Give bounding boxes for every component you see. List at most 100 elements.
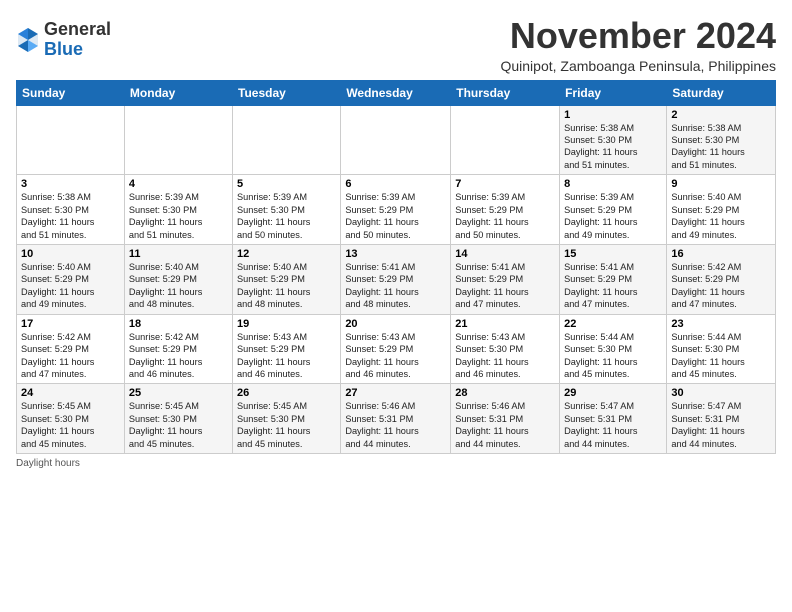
calendar-cell: 17Sunrise: 5:42 AM Sunset: 5:29 PM Dayli…	[17, 314, 125, 384]
calendar-cell: 8Sunrise: 5:39 AM Sunset: 5:29 PM Daylig…	[560, 175, 667, 245]
day-number: 1	[564, 109, 662, 121]
calendar-cell: 19Sunrise: 5:43 AM Sunset: 5:29 PM Dayli…	[233, 314, 341, 384]
col-header-saturday: Saturday	[667, 80, 776, 105]
day-info: Sunrise: 5:45 AM Sunset: 5:30 PM Dayligh…	[237, 400, 336, 450]
day-number: 15	[564, 248, 662, 260]
calendar-cell: 3Sunrise: 5:38 AM Sunset: 5:30 PM Daylig…	[17, 175, 125, 245]
day-info: Sunrise: 5:46 AM Sunset: 5:31 PM Dayligh…	[455, 400, 555, 450]
day-info: Sunrise: 5:41 AM Sunset: 5:29 PM Dayligh…	[455, 261, 555, 311]
calendar-cell: 18Sunrise: 5:42 AM Sunset: 5:29 PM Dayli…	[124, 314, 232, 384]
calendar-cell: 29Sunrise: 5:47 AM Sunset: 5:31 PM Dayli…	[560, 384, 667, 454]
calendar-cell: 14Sunrise: 5:41 AM Sunset: 5:29 PM Dayli…	[451, 244, 560, 314]
day-number: 16	[671, 248, 771, 260]
day-info: Sunrise: 5:42 AM Sunset: 5:29 PM Dayligh…	[671, 261, 771, 311]
calendar-cell: 12Sunrise: 5:40 AM Sunset: 5:29 PM Dayli…	[233, 244, 341, 314]
day-number: 28	[455, 387, 555, 399]
calendar: SundayMondayTuesdayWednesdayThursdayFrid…	[16, 80, 776, 454]
calendar-cell: 6Sunrise: 5:39 AM Sunset: 5:29 PM Daylig…	[341, 175, 451, 245]
calendar-cell: 5Sunrise: 5:39 AM Sunset: 5:30 PM Daylig…	[233, 175, 341, 245]
day-number: 4	[129, 178, 228, 190]
day-number: 22	[564, 318, 662, 330]
day-info: Sunrise: 5:39 AM Sunset: 5:29 PM Dayligh…	[455, 191, 555, 241]
calendar-cell: 27Sunrise: 5:46 AM Sunset: 5:31 PM Dayli…	[341, 384, 451, 454]
day-info: Sunrise: 5:40 AM Sunset: 5:29 PM Dayligh…	[237, 261, 336, 311]
calendar-cell: 10Sunrise: 5:40 AM Sunset: 5:29 PM Dayli…	[17, 244, 125, 314]
day-number: 2	[671, 109, 771, 121]
day-info: Sunrise: 5:44 AM Sunset: 5:30 PM Dayligh…	[564, 331, 662, 381]
day-number: 3	[21, 178, 120, 190]
calendar-cell: 4Sunrise: 5:39 AM Sunset: 5:30 PM Daylig…	[124, 175, 232, 245]
day-number: 17	[21, 318, 120, 330]
logo-general: General	[44, 20, 111, 40]
calendar-cell	[233, 105, 341, 175]
col-header-tuesday: Tuesday	[233, 80, 341, 105]
day-info: Sunrise: 5:42 AM Sunset: 5:29 PM Dayligh…	[21, 331, 120, 381]
calendar-cell: 2Sunrise: 5:38 AM Sunset: 5:30 PM Daylig…	[667, 105, 776, 175]
day-number: 9	[671, 178, 771, 190]
calendar-cell: 28Sunrise: 5:46 AM Sunset: 5:31 PM Dayli…	[451, 384, 560, 454]
logo-icon	[16, 26, 40, 54]
calendar-cell	[451, 105, 560, 175]
day-info: Sunrise: 5:40 AM Sunset: 5:29 PM Dayligh…	[129, 261, 228, 311]
page: General Blue November 2024 Quinipot, Zam…	[0, 0, 792, 612]
day-number: 18	[129, 318, 228, 330]
day-number: 21	[455, 318, 555, 330]
day-info: Sunrise: 5:38 AM Sunset: 5:30 PM Dayligh…	[671, 122, 771, 172]
calendar-cell: 9Sunrise: 5:40 AM Sunset: 5:29 PM Daylig…	[667, 175, 776, 245]
day-info: Sunrise: 5:42 AM Sunset: 5:29 PM Dayligh…	[129, 331, 228, 381]
day-number: 13	[345, 248, 446, 260]
calendar-cell: 1Sunrise: 5:38 AM Sunset: 5:30 PM Daylig…	[560, 105, 667, 175]
calendar-cell: 30Sunrise: 5:47 AM Sunset: 5:31 PM Dayli…	[667, 384, 776, 454]
title-block: November 2024 Quinipot, Zamboanga Penins…	[500, 16, 776, 74]
day-number: 12	[237, 248, 336, 260]
day-number: 26	[237, 387, 336, 399]
day-info: Sunrise: 5:39 AM Sunset: 5:30 PM Dayligh…	[237, 191, 336, 241]
day-info: Sunrise: 5:47 AM Sunset: 5:31 PM Dayligh…	[671, 400, 771, 450]
day-number: 5	[237, 178, 336, 190]
day-info: Sunrise: 5:43 AM Sunset: 5:29 PM Dayligh…	[345, 331, 446, 381]
header-row-days: SundayMondayTuesdayWednesdayThursdayFrid…	[17, 80, 776, 105]
col-header-monday: Monday	[124, 80, 232, 105]
calendar-cell	[124, 105, 232, 175]
day-info: Sunrise: 5:40 AM Sunset: 5:29 PM Dayligh…	[21, 261, 120, 311]
day-number: 23	[671, 318, 771, 330]
month-title: November 2024	[500, 16, 776, 56]
day-info: Sunrise: 5:46 AM Sunset: 5:31 PM Dayligh…	[345, 400, 446, 450]
day-number: 14	[455, 248, 555, 260]
week-row-0: 1Sunrise: 5:38 AM Sunset: 5:30 PM Daylig…	[17, 105, 776, 175]
week-row-1: 3Sunrise: 5:38 AM Sunset: 5:30 PM Daylig…	[17, 175, 776, 245]
day-info: Sunrise: 5:45 AM Sunset: 5:30 PM Dayligh…	[129, 400, 228, 450]
day-info: Sunrise: 5:45 AM Sunset: 5:30 PM Dayligh…	[21, 400, 120, 450]
header-row: General Blue November 2024 Quinipot, Zam…	[16, 16, 776, 74]
day-info: Sunrise: 5:41 AM Sunset: 5:29 PM Dayligh…	[345, 261, 446, 311]
day-info: Sunrise: 5:39 AM Sunset: 5:29 PM Dayligh…	[564, 191, 662, 241]
calendar-cell	[17, 105, 125, 175]
day-number: 24	[21, 387, 120, 399]
calendar-cell	[341, 105, 451, 175]
calendar-cell: 20Sunrise: 5:43 AM Sunset: 5:29 PM Dayli…	[341, 314, 451, 384]
col-header-friday: Friday	[560, 80, 667, 105]
day-number: 27	[345, 387, 446, 399]
week-row-2: 10Sunrise: 5:40 AM Sunset: 5:29 PM Dayli…	[17, 244, 776, 314]
col-header-thursday: Thursday	[451, 80, 560, 105]
day-info: Sunrise: 5:44 AM Sunset: 5:30 PM Dayligh…	[671, 331, 771, 381]
calendar-cell: 16Sunrise: 5:42 AM Sunset: 5:29 PM Dayli…	[667, 244, 776, 314]
day-number: 19	[237, 318, 336, 330]
week-row-4: 24Sunrise: 5:45 AM Sunset: 5:30 PM Dayli…	[17, 384, 776, 454]
calendar-cell: 11Sunrise: 5:40 AM Sunset: 5:29 PM Dayli…	[124, 244, 232, 314]
day-number: 30	[671, 387, 771, 399]
day-number: 20	[345, 318, 446, 330]
day-info: Sunrise: 5:47 AM Sunset: 5:31 PM Dayligh…	[564, 400, 662, 450]
day-number: 10	[21, 248, 120, 260]
calendar-cell: 23Sunrise: 5:44 AM Sunset: 5:30 PM Dayli…	[667, 314, 776, 384]
day-info: Sunrise: 5:38 AM Sunset: 5:30 PM Dayligh…	[564, 122, 662, 172]
day-info: Sunrise: 5:43 AM Sunset: 5:30 PM Dayligh…	[455, 331, 555, 381]
calendar-cell: 26Sunrise: 5:45 AM Sunset: 5:30 PM Dayli…	[233, 384, 341, 454]
day-number: 6	[345, 178, 446, 190]
subtitle: Quinipot, Zamboanga Peninsula, Philippin…	[500, 58, 776, 74]
day-number: 8	[564, 178, 662, 190]
logo-text: General Blue	[44, 20, 111, 60]
calendar-cell: 15Sunrise: 5:41 AM Sunset: 5:29 PM Dayli…	[560, 244, 667, 314]
calendar-cell: 25Sunrise: 5:45 AM Sunset: 5:30 PM Dayli…	[124, 384, 232, 454]
logo-blue: Blue	[44, 40, 111, 60]
